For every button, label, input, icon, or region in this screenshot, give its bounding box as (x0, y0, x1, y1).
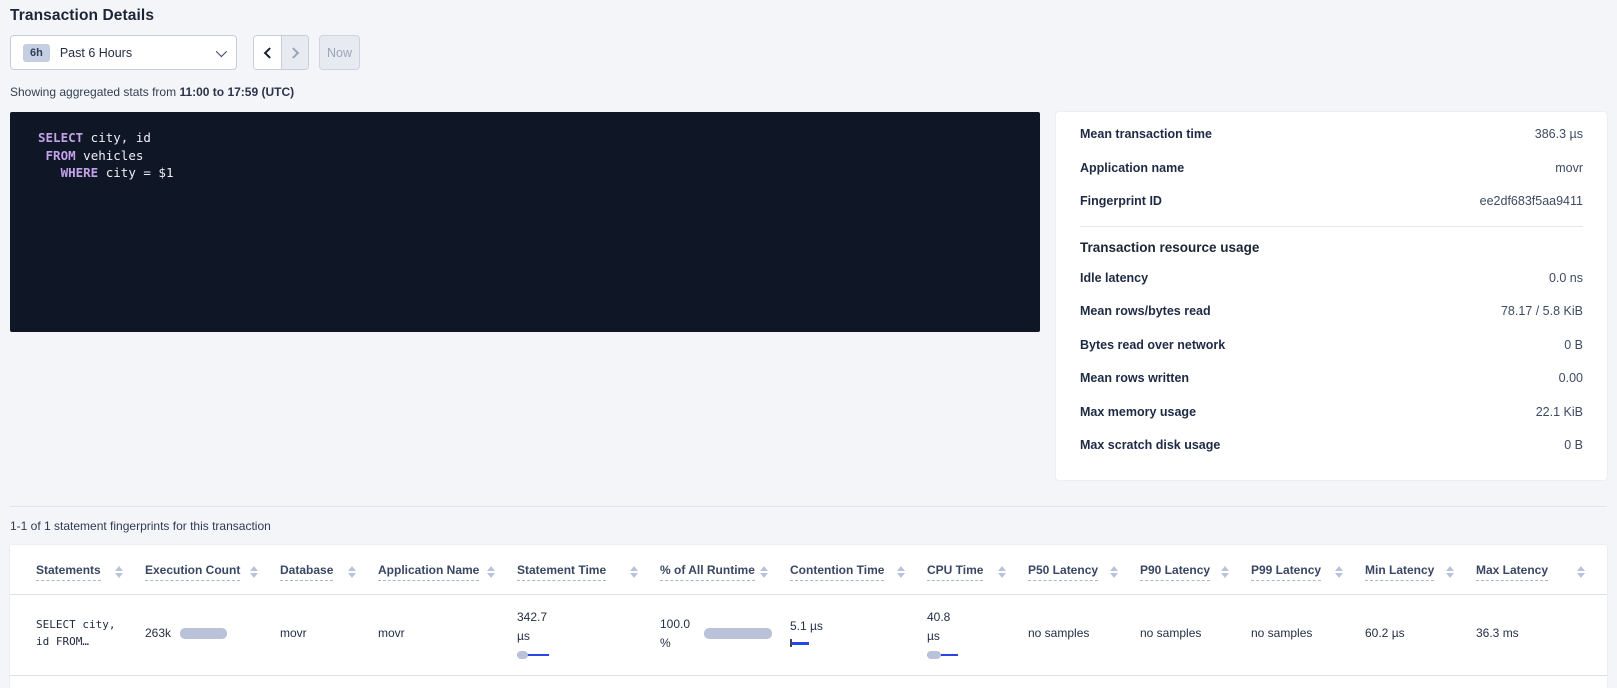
summary-row-mean-transaction-time: Mean transaction time 386.3 µs (1080, 117, 1583, 151)
prev-time-button[interactable] (254, 36, 281, 69)
resource-label: Bytes read over network (1080, 338, 1225, 352)
sql-text: city, id (83, 130, 151, 145)
page-title: Transaction Details (10, 0, 1607, 25)
chevron-right-icon (288, 47, 299, 58)
time-nav-group (253, 35, 309, 70)
sql-line: SELECT city, id (38, 129, 1020, 147)
sql-line: FROM vehicles (38, 147, 1020, 165)
time-range-dropdown[interactable]: 6h Past 6 Hours (10, 35, 237, 70)
execution-count-bar (180, 628, 227, 639)
summary-label: Application name (1080, 161, 1184, 175)
cpu-time-bar (927, 651, 958, 659)
main-row: SELECT city, id FROM vehicles WHERE city… (10, 112, 1607, 480)
column-header-contention-time[interactable]: Contention Time (790, 563, 927, 581)
time-controls: 6h Past 6 Hours Now (10, 35, 1607, 70)
column-header-cpu-time[interactable]: CPU Time (927, 563, 1028, 581)
resource-value: 0 B (1564, 438, 1583, 452)
now-button[interactable]: Now (319, 35, 360, 70)
sql-statement-box: SELECT city, id FROM vehicles WHERE city… (10, 112, 1040, 332)
summary-row-fingerprint-id: Fingerprint ID ee2df683f5aa9411 (1080, 184, 1583, 218)
sort-icon[interactable] (487, 566, 495, 578)
runtime-cell: 100.0 % (660, 615, 790, 652)
sort-icon[interactable] (1335, 566, 1343, 578)
chevron-down-icon (216, 45, 227, 56)
stats-range: 11:00 to 17:59 (UTC) (179, 85, 294, 99)
sort-icon[interactable] (1221, 566, 1229, 578)
resource-label: Max scratch disk usage (1080, 438, 1220, 452)
sql-text: city = $1 (98, 165, 173, 180)
summary-row-application-name: Application name movr (1080, 151, 1583, 185)
stats-prefix: Showing aggregated stats from (10, 85, 179, 99)
resource-label: Mean rows/bytes read (1080, 304, 1211, 318)
contention-time-bar (790, 639, 809, 647)
table-row: SELECT city, id FROM… 263k movr movr 342… (10, 595, 1607, 676)
column-header-statement-time[interactable]: Statement Time (517, 563, 660, 581)
resource-value: 78.17 / 5.8 KiB (1501, 304, 1583, 318)
sort-icon[interactable] (115, 566, 123, 578)
sql-keyword: FROM (46, 148, 76, 163)
column-header-max-latency[interactable]: Max Latency (1476, 563, 1607, 581)
sort-icon[interactable] (1110, 566, 1118, 578)
sort-icon[interactable] (250, 566, 258, 578)
summary-value: ee2df683f5aa9411 (1480, 194, 1583, 208)
transaction-details-page: Transaction Details 6h Past 6 Hours Now … (0, 0, 1617, 688)
sort-icon[interactable] (760, 566, 768, 578)
chevron-left-icon (263, 47, 274, 58)
column-header-p90-latency[interactable]: P90 Latency (1140, 563, 1251, 581)
sort-icon[interactable] (1577, 566, 1585, 578)
sort-icon[interactable] (348, 566, 356, 578)
summary-label: Fingerprint ID (1080, 194, 1162, 208)
column-header-p50-latency[interactable]: P50 Latency (1028, 563, 1140, 581)
resource-row-bytes-read-over-network: Bytes read over network 0 B (1080, 328, 1583, 362)
column-header-min-latency[interactable]: Min Latency (1365, 563, 1476, 581)
column-header-database[interactable]: Database (280, 563, 378, 581)
cpu-time-cell: 40.8 µs (927, 608, 1028, 659)
transaction-summary-card: Mean transaction time 386.3 µs Applicati… (1056, 112, 1607, 480)
resource-row-mean-rows-bytes-read: Mean rows/bytes read 78.17 / 5.8 KiB (1080, 294, 1583, 328)
resource-label: Mean rows written (1080, 371, 1189, 385)
time-range-label: Past 6 Hours (60, 46, 132, 60)
column-header-statements[interactable]: Statements (36, 563, 145, 581)
sql-line: WHERE city = $1 (38, 164, 1020, 182)
resource-usage-heading: Transaction resource usage (1080, 240, 1583, 255)
resource-row-idle-latency: Idle latency 0.0 ns (1080, 261, 1583, 295)
column-header-percent-of-all-runtime[interactable]: % of All Runtime (660, 563, 790, 581)
resource-value: 0.00 (1559, 371, 1583, 385)
statements-table: Statements Execution Count Database Appl… (10, 545, 1607, 688)
sort-icon[interactable] (1446, 566, 1454, 578)
statement-time-cell: 342.7 µs (517, 608, 660, 659)
next-time-button[interactable] (281, 36, 308, 69)
statement-time-bar (517, 651, 549, 659)
column-header-application-name[interactable]: Application Name (378, 563, 517, 581)
sql-keyword: SELECT (38, 130, 83, 145)
resource-value: 0.0 ns (1549, 271, 1583, 285)
resource-row-max-scratch-disk-usage: Max scratch disk usage 0 B (1080, 428, 1583, 462)
section-divider (10, 506, 1607, 507)
column-header-execution-count[interactable]: Execution Count (145, 563, 280, 581)
resource-label: Max memory usage (1080, 405, 1196, 419)
column-header-p99-latency[interactable]: P99 Latency (1251, 563, 1365, 581)
summary-value: movr (1555, 161, 1583, 175)
resource-row-mean-rows-written: Mean rows written 0.00 (1080, 361, 1583, 395)
time-range-badge: 6h (23, 44, 50, 62)
statement-link[interactable]: SELECT city, id FROM… (36, 616, 145, 650)
sort-icon[interactable] (897, 566, 905, 578)
table-header-row: Statements Execution Count Database Appl… (10, 545, 1607, 595)
contention-time-cell: 5.1 µs (790, 619, 927, 647)
resource-value: 22.1 KiB (1536, 405, 1583, 419)
sql-keyword: WHERE (61, 165, 99, 180)
sql-text: vehicles (76, 148, 144, 163)
summary-value: 386.3 µs (1535, 127, 1583, 141)
resource-row-max-memory-usage: Max memory usage 22.1 KiB (1080, 395, 1583, 429)
fingerprint-count-text: 1-1 of 1 statement fingerprints for this… (10, 519, 1607, 533)
resource-value: 0 B (1564, 338, 1583, 352)
sort-icon[interactable] (998, 566, 1006, 578)
aggregated-stats-text: Showing aggregated stats from 11:00 to 1… (10, 85, 1607, 99)
summary-label: Mean transaction time (1080, 127, 1212, 141)
runtime-bar (704, 628, 772, 639)
sort-icon[interactable] (630, 566, 638, 578)
resource-label: Idle latency (1080, 271, 1148, 285)
card-divider (1080, 226, 1583, 227)
